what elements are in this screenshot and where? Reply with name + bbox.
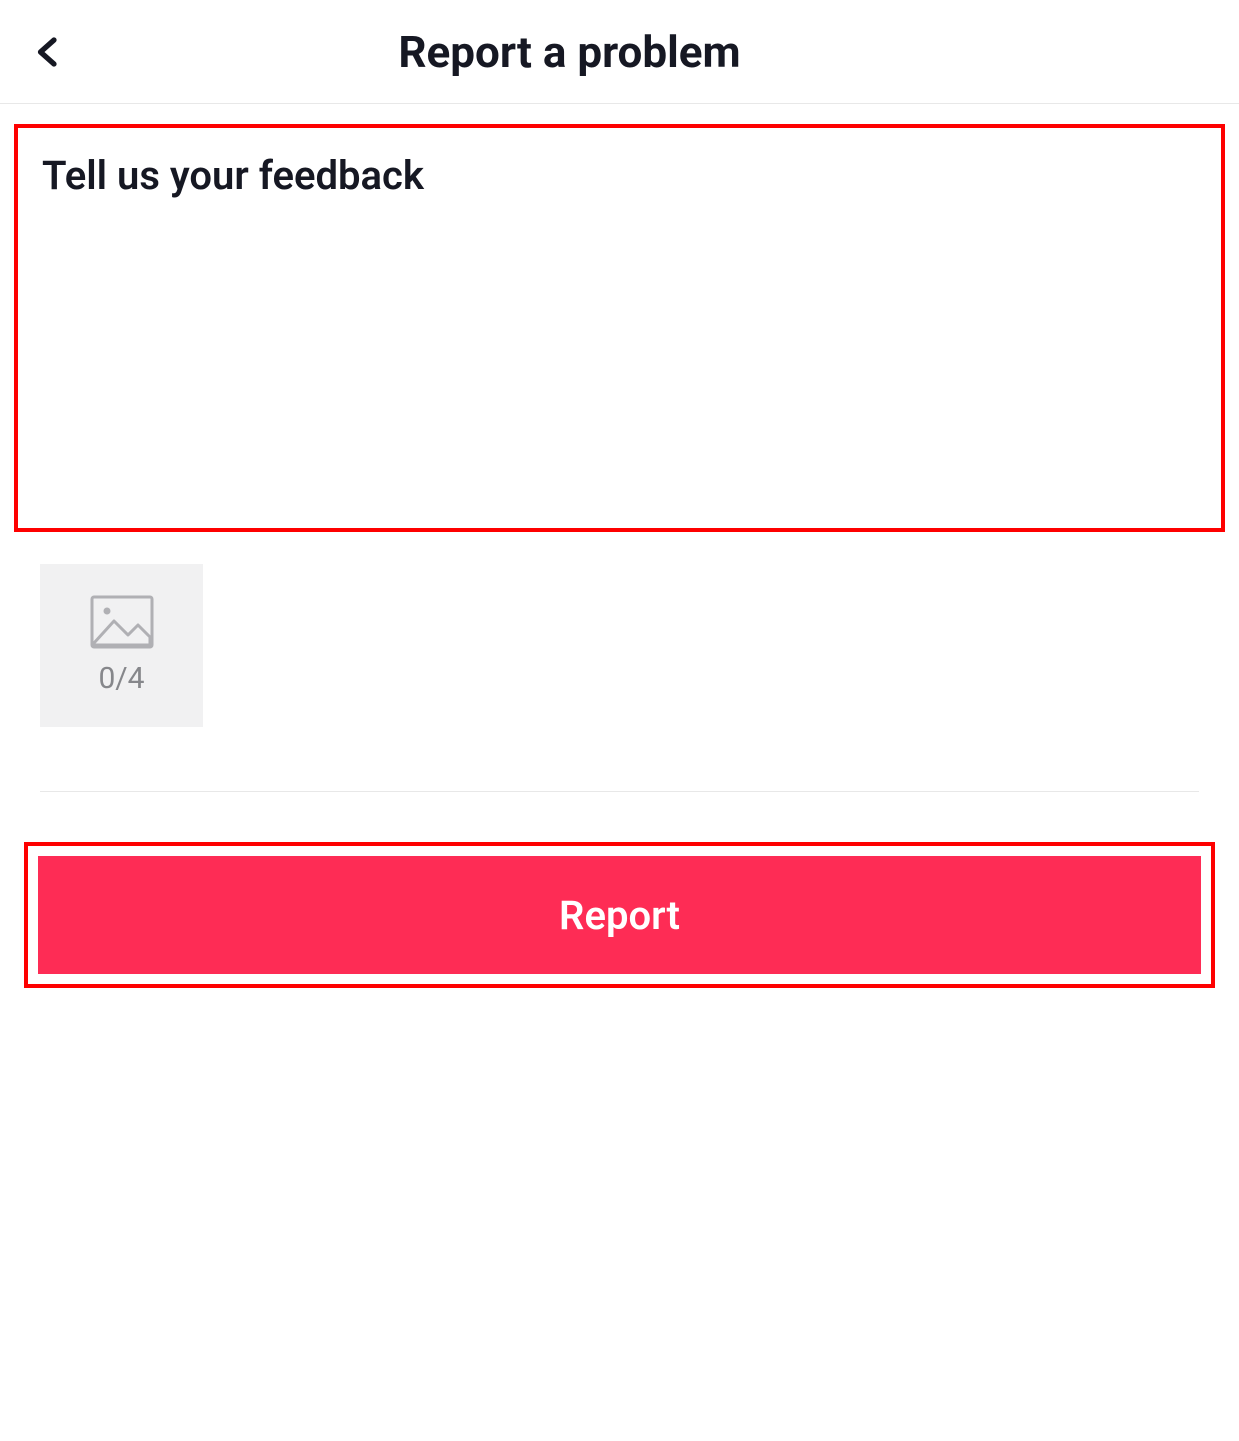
report-button[interactable]: Report [38,856,1201,974]
back-button[interactable] [30,30,66,74]
chevron-left-icon [30,30,66,74]
upload-image-button[interactable]: 0/4 [40,564,203,727]
upload-counter: 0/4 [98,661,144,696]
image-icon [90,595,154,649]
report-highlight-box: Report [24,842,1215,988]
header: Report a problem [0,0,1239,104]
upload-section: 0/4 [0,532,1239,727]
feedback-highlight-box [14,124,1225,532]
content: 0/4 Report [0,124,1239,988]
feedback-box [18,128,1221,528]
feedback-input[interactable] [42,152,1197,500]
page-title: Report a problem [0,26,1219,78]
divider [40,791,1199,792]
